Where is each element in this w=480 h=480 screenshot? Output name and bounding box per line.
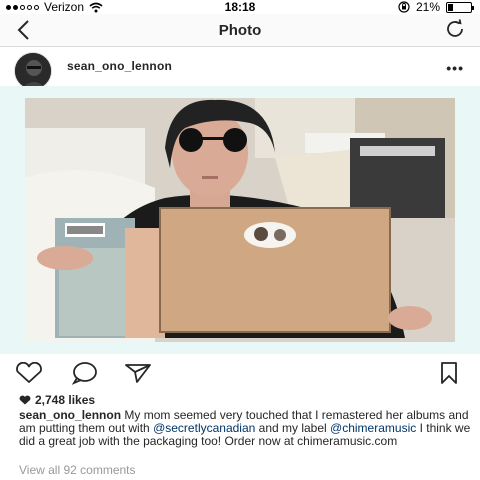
share-icon[interactable] (124, 362, 152, 384)
bookmark-icon[interactable] (439, 361, 459, 385)
caption-username[interactable]: sean_ono_lennon (19, 408, 121, 422)
comment-icon[interactable] (71, 361, 99, 385)
likes-count[interactable]: 2,748 likes (19, 393, 95, 407)
caption-text-2: and my label (255, 421, 331, 435)
status-bar: Verizon 18:18 21% (0, 0, 480, 14)
nav-bar: Photo (0, 14, 480, 47)
small-heart-icon (19, 395, 31, 405)
mention-chimeramusic[interactable]: @chimeramusic (330, 421, 416, 435)
post-photo[interactable] (25, 98, 455, 342)
more-options-icon[interactable]: ••• (446, 60, 464, 76)
orientation-lock-icon (398, 1, 410, 13)
post-actions (0, 356, 480, 388)
photo-illustration (25, 98, 455, 342)
heart-icon[interactable] (14, 362, 44, 384)
view-all-comments-link[interactable]: View all 92 comments (19, 463, 136, 477)
post-header: sean_ono_lennon ••• (0, 50, 480, 90)
page-title: Photo (218, 22, 262, 39)
status-right: 21% (398, 0, 474, 14)
post-image-frame (0, 86, 480, 354)
battery-icon (446, 1, 474, 13)
post-caption: sean_ono_lennon My mom seemed very touch… (19, 409, 471, 448)
likes-text: 2,748 likes (35, 393, 96, 407)
mention-secretlycanadian[interactable]: @secretlycanadian (153, 421, 255, 435)
battery-level (448, 3, 453, 11)
refresh-icon[interactable] (444, 18, 466, 40)
avatar[interactable] (14, 52, 52, 90)
battery-percent: 21% (415, 0, 440, 14)
avatar-image (15, 53, 51, 89)
post-username[interactable]: sean_ono_lennon (67, 59, 172, 73)
